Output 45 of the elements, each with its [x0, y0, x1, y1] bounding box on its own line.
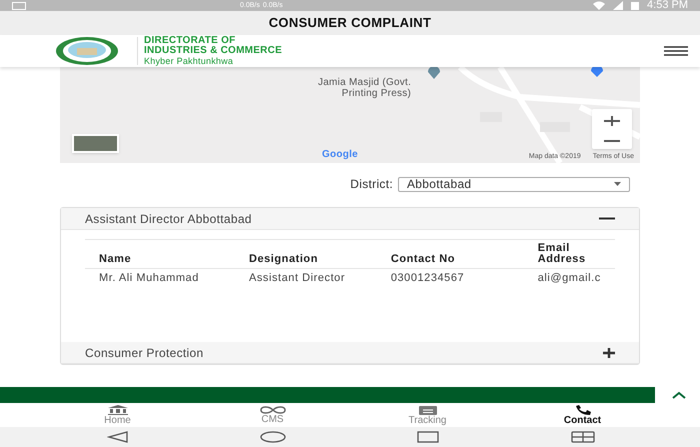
split-screen-icon[interactable] — [570, 431, 594, 443]
district-dropdown[interactable]: Abbottabad — [398, 176, 630, 192]
page-title: CONSUMER COMPLAINT — [268, 14, 432, 32]
table-cell-text: Assistant Director — [248, 273, 346, 284]
expand-icon — [603, 348, 615, 358]
nav-tab[interactable]: Contact — [505, 403, 660, 427]
column-header: Designation — [234, 240, 377, 268]
map-place-label: Jamia Masjid (Govt. — [318, 77, 412, 88]
infinity-icon — [258, 406, 286, 414]
home-circle-icon[interactable] — [260, 431, 286, 443]
dropdown-caret-icon — [614, 182, 621, 186]
organization-name: INDUSTRIES & COMMERCE — [144, 46, 282, 56]
battery-icon — [631, 1, 640, 10]
column-header: Email Address — [524, 240, 615, 268]
zoom-in-icon[interactable] — [602, 115, 622, 127]
nav-tab[interactable]: Tracking — [350, 403, 505, 427]
back-icon[interactable] — [106, 431, 128, 443]
recent-apps-icon[interactable] — [416, 431, 438, 443]
wifi-icon — [593, 1, 606, 10]
panel-header[interactable]: Assistant Director Abbottabad — [61, 208, 639, 230]
bank-icon — [106, 404, 128, 414]
column-header: Name — [85, 240, 235, 268]
panel-header[interactable]: Consumer Protection — [61, 342, 639, 364]
menu-icon[interactable] — [664, 46, 688, 56]
region-name: Khyber Pakhtunkhwa — [144, 56, 234, 66]
table-cell: Mr. Ali Muhammad — [99, 273, 199, 284]
nav-tab[interactable]: CMS — [195, 403, 350, 427]
zoom-out-icon[interactable] — [602, 139, 622, 143]
nav-tab[interactable]: Home — [40, 403, 195, 427]
scroll-up-icon[interactable] — [672, 391, 686, 399]
district-label: District: — [350, 176, 393, 193]
map-pin-icon — [426, 67, 442, 79]
column-header: Contact No — [376, 240, 524, 268]
google-logo: Google — [322, 148, 358, 162]
map-place-label: Printing Press) — [342, 88, 412, 99]
collapse-icon — [599, 217, 615, 220]
status-time: 4:53 PM — [647, 0, 688, 11]
map-pin-icon — [590, 67, 604, 77]
table-cell-text: 03001234567 — [390, 273, 466, 284]
phone-icon — [574, 404, 592, 414]
organization-name: DIRECTORATE OF — [144, 36, 236, 46]
image-icon — [12, 2, 26, 10]
satellite-thumbnail[interactable] — [72, 134, 119, 153]
zoom-controls[interactable] — [592, 109, 632, 149]
table-cell-text: ali@gmail.c — [538, 273, 602, 284]
